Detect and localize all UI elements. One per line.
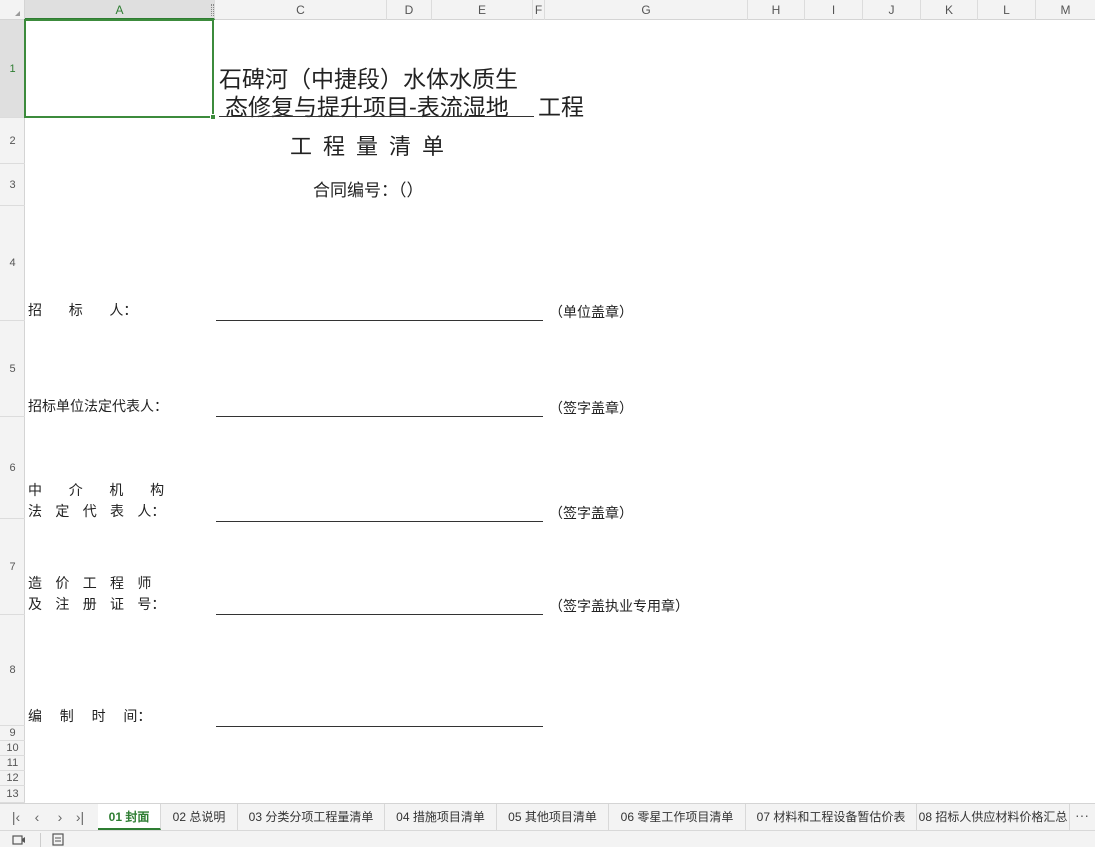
macro-record-icon[interactable] xyxy=(12,833,26,847)
row-header-12[interactable]: 12 xyxy=(0,771,25,786)
title-underline xyxy=(219,116,534,117)
agency-note: （签字盖章） xyxy=(549,506,633,522)
cost-engineer-label: 造 价 工 程 师 及 注 册 证 号： xyxy=(28,576,166,613)
last-sheet-icon[interactable]: ›| xyxy=(70,807,90,827)
contract-number: 合同编号：（） xyxy=(313,181,424,201)
first-sheet-icon[interactable]: |‹ xyxy=(6,807,26,827)
tab-06-daywork[interactable]: 06 零星工作项目清单 xyxy=(609,804,746,830)
next-sheet-icon[interactable]: › xyxy=(50,807,70,827)
date-sign-line[interactable] xyxy=(216,726,543,727)
tab-04-measures[interactable]: 04 措施项目清单 xyxy=(385,804,497,830)
column-header-k[interactable]: K xyxy=(921,0,978,20)
tab-05-other-items[interactable]: 05 其他项目清单 xyxy=(497,804,609,830)
tenderer-rep-sign-line[interactable] xyxy=(216,416,543,417)
column-header-l[interactable]: L xyxy=(978,0,1036,20)
row-header-1[interactable]: 1 xyxy=(0,20,25,118)
tenderer-label: 招 标 人： xyxy=(28,303,138,319)
page-subtitle: 工程量清单 xyxy=(290,135,456,160)
column-resize-grip[interactable] xyxy=(211,4,214,16)
column-header-d[interactable]: D xyxy=(387,0,432,20)
cost-engineer-sign-line[interactable] xyxy=(216,614,543,615)
prev-sheet-icon[interactable]: ‹ xyxy=(27,807,47,827)
tenderer-rep-label: 招标单位法定代表人： xyxy=(28,399,168,415)
title-suffix: 工程 xyxy=(538,95,584,121)
row-header-4[interactable]: 4 xyxy=(0,206,25,321)
column-header: A C D E F G H I J K L M xyxy=(0,0,1095,20)
column-header-c[interactable]: C xyxy=(215,0,387,20)
sheet-view-icon[interactable] xyxy=(40,833,65,847)
date-label: 编 制 时 间： xyxy=(28,709,152,725)
column-header-m[interactable]: M xyxy=(1036,0,1095,20)
row-header-10[interactable]: 10 xyxy=(0,741,25,756)
column-header-f[interactable]: F xyxy=(533,0,545,20)
row-header-5[interactable]: 5 xyxy=(0,321,25,417)
cost-engineer-note: （签字盖执业专用章） xyxy=(549,599,689,615)
row-header-6[interactable]: 6 xyxy=(0,417,25,519)
tab-01-cover[interactable]: 01 封面 xyxy=(98,804,161,830)
column-header-e[interactable]: E xyxy=(432,0,533,20)
cell-selection-a1[interactable] xyxy=(24,19,216,120)
column-header-j[interactable]: J xyxy=(863,0,921,20)
column-header-a[interactable]: A xyxy=(25,0,215,20)
more-sheets-icon[interactable]: ··· xyxy=(1075,807,1089,823)
row-header-11[interactable]: 11 xyxy=(0,756,25,771)
tab-03-bill-of-quantities[interactable]: 03 分类分项工程量清单 xyxy=(238,804,385,830)
select-all-corner[interactable] xyxy=(0,0,25,20)
tab-07-provisional-prices[interactable]: 07 材料和工程设备暂估价表 xyxy=(746,804,917,830)
row-header-7[interactable]: 7 xyxy=(0,519,25,615)
fill-handle[interactable] xyxy=(210,114,216,120)
row-header-13[interactable]: 13 xyxy=(0,786,25,803)
tenderer-sign-line[interactable] xyxy=(216,320,543,321)
row-header-2[interactable]: 2 xyxy=(0,118,25,164)
row-header: 1 2 3 4 5 6 7 8 9 10 11 12 13 xyxy=(0,20,25,803)
column-header-g[interactable]: G xyxy=(545,0,748,20)
agency-sign-line[interactable] xyxy=(216,521,543,522)
status-bar xyxy=(0,830,1095,847)
tab-02-general-notes[interactable]: 02 总说明 xyxy=(161,804,238,830)
column-header-i[interactable]: I xyxy=(805,0,863,20)
agency-label: 中 介 机 构 法 定 代 表 人： xyxy=(28,483,166,520)
tenderer-rep-note: （签字盖章） xyxy=(549,401,633,417)
select-all-corner-icon xyxy=(15,11,20,16)
tenderer-note: （单位盖章） xyxy=(549,305,633,321)
row-header-3[interactable]: 3 xyxy=(0,164,25,206)
sheet-tab-bar: |‹ ‹ › ›| 01 封面 02 总说明 03 分类分项工程量清单 04 措… xyxy=(0,803,1095,830)
row-header-8[interactable]: 8 xyxy=(0,615,25,726)
row-header-9[interactable]: 9 xyxy=(0,726,25,741)
column-header-h[interactable]: H xyxy=(748,0,805,20)
tab-08-supplied-materials[interactable]: 08 招标人供应材料价格汇总 xyxy=(917,804,1070,830)
